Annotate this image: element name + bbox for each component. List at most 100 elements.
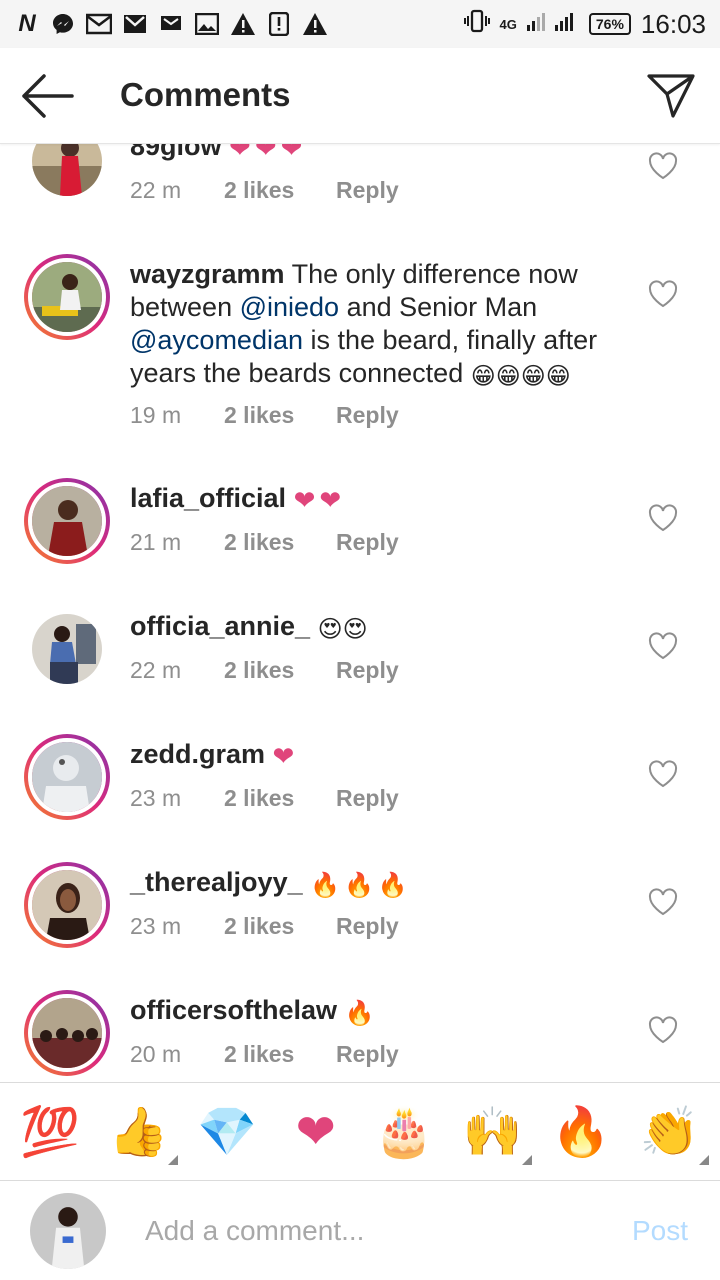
- emoji-heart-button[interactable]: ❤: [283, 1099, 349, 1165]
- heart-outline-icon: [648, 1016, 678, 1044]
- comment-likes[interactable]: 2 likes: [224, 177, 336, 204]
- messenger-icon: [50, 11, 76, 37]
- comment-emoji: ❤❤: [293, 485, 346, 515]
- reply-button[interactable]: Reply: [336, 785, 399, 812]
- alert-icon: [266, 11, 292, 37]
- status-bar: N 4G 76% 16:03: [0, 0, 720, 48]
- gallery-icon: [194, 11, 220, 37]
- comment-username[interactable]: 89glow: [130, 144, 222, 161]
- avatar[interactable]: [24, 990, 110, 1076]
- heart-outline-icon: [648, 504, 678, 532]
- comment-likes[interactable]: 2 likes: [224, 529, 336, 556]
- comment-emoji: 😍😍: [317, 616, 368, 643]
- avatar[interactable]: [24, 862, 110, 948]
- comment-text: zedd.gram ❤: [130, 738, 630, 773]
- comment-time: 23 m: [130, 913, 182, 939]
- page-title: Comments: [120, 76, 291, 113]
- comment-time: 23 m: [130, 785, 182, 811]
- comment-username[interactable]: _therealjoyy_: [130, 867, 303, 897]
- comment-likes[interactable]: 2 likes: [224, 1041, 336, 1068]
- gmail-icon: [86, 11, 112, 37]
- comment-body: and Senior Man: [339, 292, 538, 322]
- comment-time: 19 m: [130, 402, 182, 428]
- emoji-clap-button[interactable]: 👏: [637, 1099, 709, 1165]
- clap-icon: 👏: [639, 1106, 700, 1159]
- comment-meta: 21 m 2 likes Reply: [130, 529, 399, 556]
- like-button[interactable]: [648, 760, 678, 788]
- n-notification-icon: N: [18, 10, 36, 37]
- emoji-quick-bar: 💯 👍 💎 ❤ 🎂 🙌 🔥 👏: [0, 1082, 720, 1180]
- avatar[interactable]: [24, 144, 110, 204]
- heart-outline-icon: [648, 280, 678, 308]
- comment-time: 20 m: [130, 1041, 182, 1067]
- emoji-fire-button[interactable]: 🔥: [548, 1099, 614, 1165]
- comments-header: Comments: [0, 48, 720, 144]
- comment-text: 89glow ❤❤❤: [130, 144, 630, 165]
- comment-likes[interactable]: 2 likes: [224, 913, 336, 940]
- emoji-thumbs-up-button[interactable]: 👍: [106, 1099, 178, 1165]
- heart-outline-icon: [648, 152, 678, 180]
- comment-username[interactable]: officia_annie_: [130, 611, 310, 641]
- avatar[interactable]: [24, 254, 110, 340]
- heart-outline-icon: [648, 888, 678, 916]
- comment-emoji: 🔥🔥🔥: [310, 872, 412, 899]
- reply-button[interactable]: Reply: [336, 913, 399, 940]
- emoji-gem-button[interactable]: 💎: [194, 1099, 260, 1165]
- comment-emoji: 😁😁😁😁: [470, 363, 571, 390]
- avatar[interactable]: [24, 606, 110, 692]
- post-button[interactable]: Post: [632, 1215, 688, 1247]
- reply-button[interactable]: Reply: [336, 177, 399, 204]
- comment-likes[interactable]: 2 likes: [224, 785, 336, 812]
- emoji-raising-hands-button[interactable]: 🙌: [460, 1099, 532, 1165]
- back-arrow-icon: [22, 74, 74, 118]
- my-avatar: [30, 1193, 106, 1269]
- warning-icon: [302, 11, 328, 37]
- like-button[interactable]: [648, 280, 678, 308]
- comment-likes[interactable]: 2 likes: [224, 402, 336, 429]
- comment-text: lafia_official ❤❤: [130, 482, 630, 517]
- comment-text: _therealjoyy_ 🔥🔥🔥: [130, 866, 630, 902]
- system-status: 4G 76% 16:03: [463, 8, 706, 41]
- comment-username[interactable]: officersofthelaw: [130, 995, 337, 1025]
- reply-button[interactable]: Reply: [336, 657, 399, 684]
- comment-time: 22 m: [130, 177, 182, 203]
- comment-text: officia_annie_ 😍😍: [130, 610, 630, 646]
- comment-meta: 23 m 2 likes Reply: [130, 785, 399, 812]
- like-button[interactable]: [648, 888, 678, 916]
- emoji-hundred-button[interactable]: 💯: [17, 1099, 83, 1165]
- like-button[interactable]: [648, 632, 678, 660]
- share-button[interactable]: [646, 72, 696, 120]
- comment-meta: 22 m 2 likes Reply: [130, 177, 399, 204]
- reply-button[interactable]: Reply: [336, 402, 399, 429]
- reply-button[interactable]: Reply: [336, 529, 399, 556]
- comments-list[interactable]: 89glow ❤❤❤ 22 m 2 likes Reply wayzgramm …: [0, 144, 720, 1082]
- thumbs-up-icon: 👍: [108, 1106, 169, 1159]
- avatar[interactable]: [24, 734, 110, 820]
- back-button[interactable]: [22, 74, 74, 118]
- comment-username[interactable]: zedd.gram: [130, 739, 265, 769]
- reply-button[interactable]: Reply: [336, 1041, 399, 1068]
- comment-text: officersofthelaw 🔥: [130, 994, 630, 1030]
- signal-icon: [526, 9, 579, 40]
- comment-time: 21 m: [130, 529, 182, 555]
- mention-link[interactable]: @iniedo: [240, 292, 339, 322]
- battery-indicator: 76%: [588, 13, 631, 35]
- avatar[interactable]: [24, 478, 110, 564]
- sms-icon: [158, 11, 184, 37]
- emoji-cake-button[interactable]: 🎂: [371, 1099, 437, 1165]
- clock: 16:03: [640, 8, 706, 39]
- like-button[interactable]: [648, 504, 678, 532]
- comment-meta: 23 m 2 likes Reply: [130, 913, 399, 940]
- comment-username[interactable]: lafia_official: [130, 483, 286, 513]
- like-button[interactable]: [648, 1016, 678, 1044]
- raising-hands-icon: 🙌: [462, 1106, 523, 1159]
- comment-meta: 20 m 2 likes Reply: [130, 1041, 399, 1068]
- comment-username[interactable]: wayzgramm: [130, 259, 285, 289]
- comment-meta: 22 m 2 likes Reply: [130, 657, 399, 684]
- mention-link[interactable]: @aycomedian: [130, 325, 303, 355]
- comment-composer: Post: [0, 1180, 720, 1280]
- comment-likes[interactable]: 2 likes: [224, 657, 336, 684]
- like-button[interactable]: [648, 152, 678, 180]
- comment-emoji: 🔥: [344, 1000, 375, 1027]
- comment-input[interactable]: [145, 1209, 595, 1253]
